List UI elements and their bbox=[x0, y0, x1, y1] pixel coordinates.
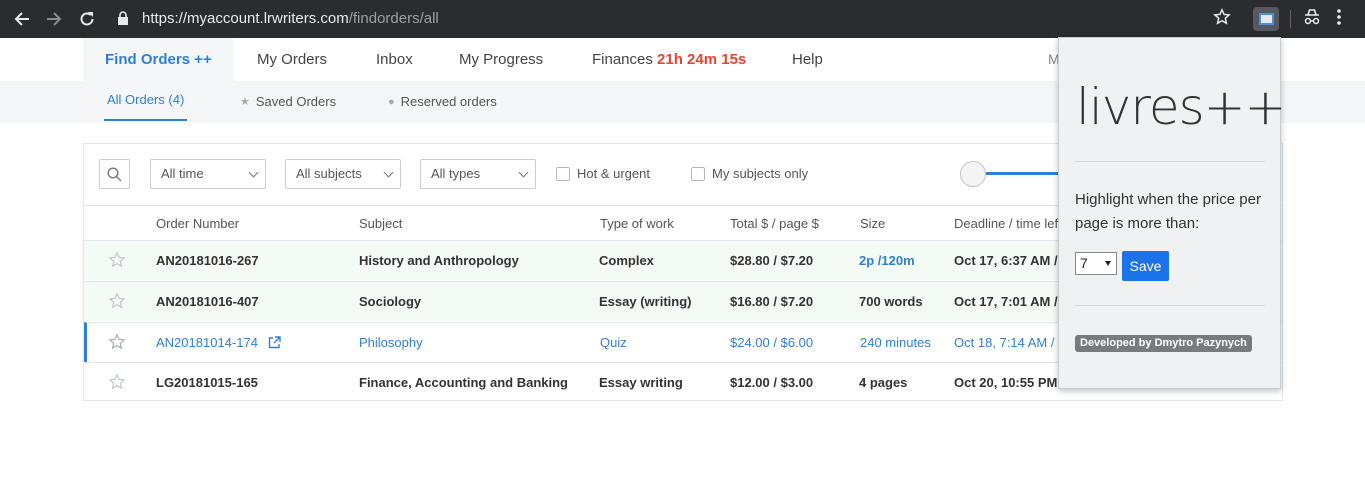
url-host: https://myaccount.lrwriters.com bbox=[142, 10, 349, 27]
subtab-all-orders[interactable]: All Orders (4) bbox=[104, 81, 188, 121]
tab-help[interactable]: Help bbox=[792, 38, 823, 81]
popup-divider bbox=[1075, 305, 1265, 306]
hot-urgent-checkbox[interactable]: Hot & urgent bbox=[556, 166, 650, 181]
tab-inbox[interactable]: Inbox bbox=[376, 38, 413, 81]
header-size[interactable]: Size bbox=[860, 216, 885, 231]
subject-filter-value: All subjects bbox=[296, 166, 362, 181]
address-bar[interactable]: https://myaccount.lrwriters.com/findorde… bbox=[142, 10, 439, 27]
save-star-icon[interactable] bbox=[108, 333, 126, 354]
order-subject: Sociology bbox=[359, 294, 422, 309]
back-arrow-icon[interactable] bbox=[10, 7, 34, 31]
price-slider-track[interactable] bbox=[984, 172, 1064, 175]
toolbar-divider bbox=[1290, 10, 1291, 28]
save-star-icon[interactable] bbox=[108, 251, 126, 272]
order-number[interactable]: AN20181016-267 bbox=[156, 253, 259, 268]
order-deadline: Oct 17, 6:37 AM / bbox=[954, 253, 1058, 268]
chevron-down-icon bbox=[518, 167, 529, 178]
order-deadline: Oct 18, 7:14 AM / bbox=[954, 335, 1055, 350]
save-star-icon[interactable] bbox=[108, 292, 126, 313]
time-filter-select[interactable]: All time bbox=[150, 159, 266, 189]
finances-timer: 21h 24m 15s bbox=[657, 51, 747, 68]
order-size: 240 minutes bbox=[860, 335, 931, 350]
search-icon bbox=[107, 166, 122, 181]
order-type: Essay writing bbox=[599, 375, 683, 390]
chevron-down-icon bbox=[248, 167, 259, 178]
tab-finances[interactable]: Finances 21h 24m 15s bbox=[592, 38, 746, 81]
star-icon: ★ bbox=[240, 96, 250, 108]
chevron-down-icon bbox=[383, 167, 394, 178]
header-order-number[interactable]: Order Number bbox=[156, 216, 239, 231]
search-button[interactable] bbox=[99, 159, 130, 189]
reload-icon[interactable] bbox=[75, 7, 99, 31]
order-price: $28.80 / $7.20 bbox=[730, 253, 814, 268]
type-filter-select[interactable]: All types bbox=[420, 159, 536, 189]
livres-extension-icon[interactable] bbox=[1253, 7, 1279, 31]
order-subject: History and Anthropology bbox=[359, 253, 519, 268]
order-number[interactable]: AN20181016-407 bbox=[156, 294, 259, 309]
browser-menu-icon[interactable] bbox=[1336, 8, 1342, 31]
url-path: /findorders/all bbox=[348, 10, 439, 27]
order-number-link[interactable]: AN20181014-174 bbox=[156, 335, 281, 352]
order-type: Complex bbox=[599, 253, 654, 268]
browser-toolbar: https://myaccount.lrwriters.com/findorde… bbox=[0, 0, 1365, 38]
checkbox-box[interactable] bbox=[691, 166, 705, 181]
tab-my-orders[interactable]: My Orders bbox=[257, 38, 327, 81]
incognito-icon[interactable] bbox=[1302, 8, 1322, 31]
popup-divider bbox=[1075, 161, 1265, 162]
external-link-icon[interactable] bbox=[268, 336, 281, 352]
header-type-of-work[interactable]: Type of work bbox=[600, 216, 674, 231]
tab-finances-label: Finances bbox=[592, 51, 653, 68]
subtab-saved-orders[interactable]: ★ Saved Orders bbox=[240, 81, 336, 123]
order-price: $12.00 / $3.00 bbox=[730, 375, 814, 390]
livres-extension-popup: livres++ Highlight when the price per pa… bbox=[1058, 37, 1286, 389]
order-deadline: Oct 17, 7:01 AM / bbox=[954, 294, 1058, 309]
order-price: $24.00 / $6.00 bbox=[730, 335, 814, 350]
order-number[interactable]: AN20181014-174 bbox=[156, 335, 258, 350]
hot-urgent-label: Hot & urgent bbox=[577, 166, 650, 181]
developer-badge: Developed by Dmytro Pazynych bbox=[1075, 335, 1252, 352]
my-subjects-checkbox[interactable]: My subjects only bbox=[691, 166, 808, 181]
order-subject: Finance, Accounting and Banking bbox=[359, 375, 568, 390]
livres-logo: livres++ bbox=[1076, 78, 1286, 136]
header-price[interactable]: Total $ / page $ bbox=[730, 216, 819, 231]
price-threshold-select[interactable]: 7 bbox=[1075, 252, 1117, 275]
order-type: Quiz bbox=[600, 335, 627, 350]
price-threshold-value: 7 bbox=[1080, 255, 1088, 271]
subtab-reserved-orders-label: Reserved orders bbox=[400, 94, 497, 109]
header-deadline[interactable]: Deadline / time left bbox=[954, 216, 1062, 231]
order-deadline: Oct 20, 10:55 PM / bbox=[954, 375, 1065, 390]
price-slider-handle[interactable] bbox=[960, 161, 986, 187]
tab-find-orders[interactable]: Find Orders ++ bbox=[83, 38, 234, 81]
my-subjects-label: My subjects only bbox=[712, 166, 809, 181]
order-size: 4 pages bbox=[859, 375, 908, 390]
subject-filter-select[interactable]: All subjects bbox=[285, 159, 401, 189]
time-filter-value: All time bbox=[161, 166, 204, 181]
lock-icon bbox=[117, 11, 129, 25]
order-price: $16.80 / $7.20 bbox=[730, 294, 814, 309]
tab-my-progress[interactable]: My Progress bbox=[459, 38, 543, 81]
save-button[interactable]: Save bbox=[1122, 251, 1169, 281]
forward-arrow-icon[interactable] bbox=[42, 7, 66, 31]
checkbox-box[interactable] bbox=[556, 166, 570, 181]
order-subject: Philosophy bbox=[359, 335, 423, 350]
order-size: 700 words bbox=[859, 294, 923, 309]
subtab-reserved-orders[interactable]: ● Reserved orders bbox=[388, 81, 497, 123]
type-filter-value: All types bbox=[431, 166, 481, 181]
order-size: 2p /120m bbox=[859, 253, 915, 268]
dropdown-arrow-icon bbox=[1105, 261, 1111, 266]
highlight-description: Highlight when the price per page is mor… bbox=[1075, 191, 1261, 232]
order-type: Essay (writing) bbox=[599, 294, 692, 309]
header-subject[interactable]: Subject bbox=[359, 216, 402, 231]
order-number[interactable]: LG20181015-165 bbox=[156, 375, 258, 390]
bookmark-star-icon[interactable] bbox=[1213, 7, 1231, 31]
save-star-icon[interactable] bbox=[108, 373, 126, 394]
subtab-saved-orders-label: Saved Orders bbox=[255, 94, 337, 109]
clock-icon: ● bbox=[388, 96, 395, 108]
